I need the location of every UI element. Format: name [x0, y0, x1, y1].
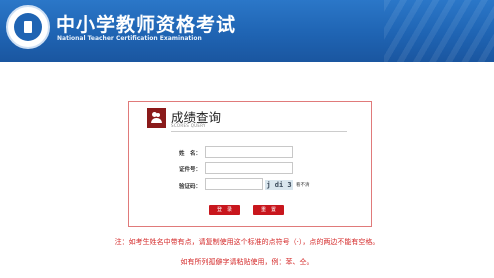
site-header: 中小学教师资格考试 National Teacher Certification…: [0, 0, 494, 62]
name-input[interactable]: [205, 146, 293, 158]
exam-emblem-icon: [6, 5, 50, 49]
refresh-captcha-link[interactable]: 看不清: [296, 182, 310, 188]
captcha-input[interactable]: [205, 178, 263, 190]
login-button[interactable]: 登 录: [209, 205, 240, 215]
name-label: 姓 名：: [178, 151, 201, 157]
emblem-mark: [24, 21, 32, 33]
notice-line-2: 如有所列孤僻字请粘贴使用，例：苯、仝。: [180, 258, 314, 266]
header-decoration: [384, 0, 494, 62]
panel-subtitle: SCORES QUERY: [171, 123, 206, 128]
site-subtitle: National Teacher Certification Examinati…: [57, 35, 202, 42]
reset-button[interactable]: 重 置: [253, 205, 284, 215]
id-number-label: 证件号：: [178, 167, 201, 173]
captcha-label: 验证码：: [178, 184, 201, 190]
captcha-image[interactable]: j di 3: [265, 180, 293, 190]
users-icon: [147, 108, 166, 128]
panel-divider: [171, 131, 347, 132]
emblem-core: [14, 13, 42, 41]
score-query-panel: 成绩查询 SCORES QUERY 姓 名： 证件号： 验证码： j di 3 …: [128, 101, 372, 227]
id-number-input[interactable]: [205, 162, 293, 174]
users-icon-body: [151, 118, 162, 123]
site-title: 中小学教师资格考试: [56, 14, 237, 36]
notice-line-1: 注：如考生姓名中带有点，请复制使用这个标准的点符号（·），点的两边不能有空格。: [114, 238, 380, 246]
users-icon-head2: [156, 113, 160, 117]
